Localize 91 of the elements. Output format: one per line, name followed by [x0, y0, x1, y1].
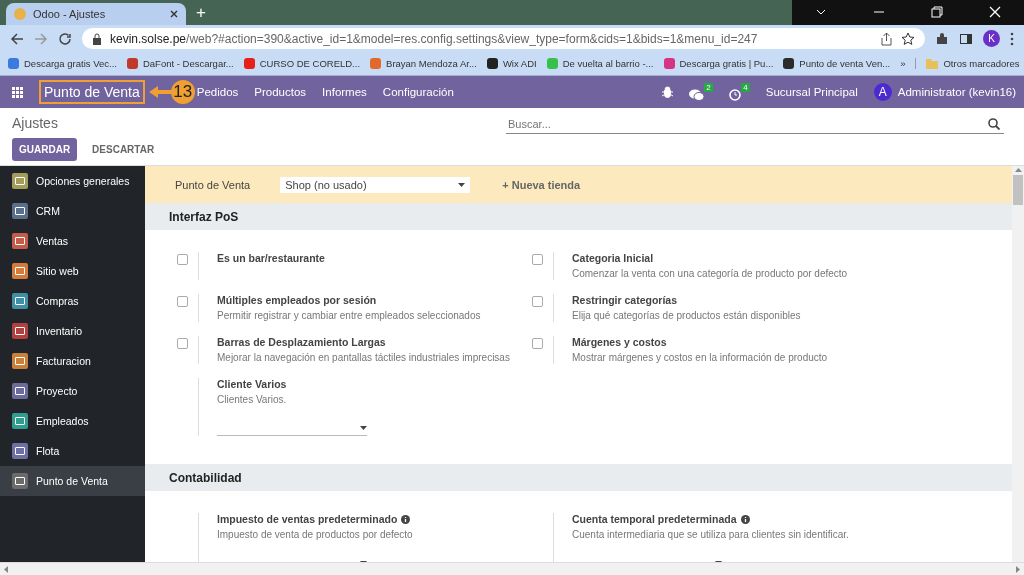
bookmark[interactable]: Descarga gratis Vec...	[8, 58, 117, 69]
sidebar-item[interactable]: Empleados	[0, 406, 145, 436]
sidebar-item[interactable]: Sitio web	[0, 256, 145, 286]
shop-select[interactable]: Shop (no usado)	[280, 176, 471, 193]
setting-description: Mejorar la navegación en pantallas táctiles industriales imprecisas	[217, 352, 510, 363]
sidebar-item[interactable]: Punto de Venta	[0, 466, 145, 496]
caret-icon	[360, 426, 367, 430]
reload-icon[interactable]	[58, 31, 72, 46]
setting-description: Clientes Varios.	[217, 394, 288, 405]
user-avatar[interactable]: A	[873, 83, 892, 101]
section-header: Contabilidad	[145, 464, 1012, 491]
setting-description: Mostrar márgenes y costos en la información de producto	[572, 352, 828, 363]
sidebar-item[interactable]: CRM	[0, 196, 145, 226]
setting-label: Cliente Varios	[217, 378, 288, 390]
field-label: Punto de Venta	[175, 178, 251, 191]
scrollbar-thumb[interactable]	[1013, 175, 1023, 205]
company-switcher[interactable]: Sucursal Principal	[765, 86, 858, 98]
page-title: Ajustes	[12, 115, 59, 131]
sidebar-item[interactable]: Compras	[0, 286, 145, 316]
bookmark[interactable]: Descarga gratis | Pu...	[663, 58, 774, 69]
share-icon[interactable]	[879, 31, 893, 46]
chat-bubbles-icon	[688, 89, 704, 101]
tab-title: Odoo - Ajustes	[33, 8, 107, 20]
checkbox[interactable]	[177, 338, 188, 349]
message-count: 2	[704, 83, 713, 92]
setting-label: Es un bar/restaurante	[217, 252, 325, 264]
checkbox[interactable]	[532, 338, 543, 349]
bookmark[interactable]: DaFont - Descargar...	[126, 58, 234, 69]
setting-label: Barras de Desplazamiento Largas	[217, 336, 387, 348]
vertical-scrollbar[interactable]	[1012, 166, 1024, 562]
sidebar-item[interactable]: Inventario	[0, 316, 145, 346]
lock-icon	[92, 32, 102, 45]
menu-item[interactable]: Configuración	[382, 86, 454, 98]
app-name[interactable]: Punto de Venta	[39, 80, 145, 104]
menu-item[interactable]: Productos	[254, 86, 307, 98]
menu-item[interactable]: Pedidos	[196, 86, 239, 98]
setting-label: Categoria Inicial	[572, 252, 655, 264]
bookmark[interactable]: Brayan Mendoza Ar...	[370, 58, 477, 69]
more-icon[interactable]	[1010, 31, 1014, 46]
sidebar-item[interactable]: Facturacion	[0, 346, 145, 376]
site-favicon-icon	[14, 8, 26, 20]
menu-item[interactable]: Informes	[322, 86, 367, 98]
clock-icon	[728, 89, 741, 101]
setting-label: Cuenta temporal predeterminada	[572, 513, 737, 525]
new-tab-button[interactable]: +	[196, 3, 206, 23]
forward-arrow-icon[interactable]	[34, 31, 48, 46]
sidebar-item[interactable]: Proyecto	[0, 376, 145, 406]
scroll-left-icon	[4, 565, 8, 573]
sidebar-item[interactable]: Opciones generales	[0, 166, 145, 196]
setting-description: Cuenta intermediaria que se utiliza para clientes sin identificar.	[572, 529, 849, 540]
scroll-up-icon	[1014, 168, 1022, 172]
setting-description: Permitir registrar y cambiar entre empleados seleccionados	[217, 310, 481, 321]
back-arrow-icon[interactable]	[10, 31, 24, 46]
checkbox[interactable]	[177, 254, 188, 265]
star-icon[interactable]	[901, 31, 915, 46]
bookmark[interactable]: Punto de venta Ven...	[783, 58, 891, 69]
step-number: 13	[170, 80, 195, 104]
apps-grid-icon[interactable]	[12, 86, 23, 98]
checkbox[interactable]	[177, 296, 188, 307]
close-icon[interactable]	[170, 10, 178, 18]
bookmark[interactable]: Wix ADI	[486, 58, 537, 69]
user-menu[interactable]: Administrator (kevin16)	[897, 86, 1016, 98]
folder-icon	[926, 58, 939, 69]
setting-label: Impuesto de ventas predeterminado	[217, 513, 398, 525]
setting-description: Comenzar la venta con una categoría de producto por defecto	[572, 268, 848, 279]
discard-button[interactable]: DESCARTAR	[85, 138, 162, 161]
browser-tab[interactable]: Odoo - Ajustes	[6, 3, 186, 25]
setting-label: Múltiples empleados por sesión	[217, 294, 378, 306]
side-panel-icon[interactable]	[959, 31, 973, 46]
sidebar-item[interactable]: Ventas	[0, 226, 145, 256]
address-bar[interactable]: kevin.solse.pe/web?#action=390&active_id=1&model=res.config.settings&view_type=form&cids=1&bids=1&menu_id=247	[82, 28, 925, 49]
setting-label: Restringir categorías	[572, 294, 679, 306]
checkbox[interactable]	[532, 296, 543, 307]
setting-description: Elija qué categorías de productos están disponibles	[572, 310, 801, 321]
profile-avatar[interactable]: K	[983, 30, 1000, 47]
setting-description: Impuesto de venta de productos por defecto	[217, 529, 413, 540]
bug-icon[interactable]	[661, 86, 673, 98]
setting-label: Márgenes y costos	[572, 336, 668, 348]
activity-count: 4	[741, 83, 750, 92]
more-bookmarks-button[interactable]: »	[900, 58, 906, 69]
checkbox[interactable]	[532, 254, 543, 265]
url-text: kevin.solse.pe/web?#action=390&active_id=1&model=res.config.settings&view_type=form&cids=1&bids=1&menu_id=247	[110, 31, 759, 46]
sidebar-item[interactable]: Flota	[0, 436, 145, 466]
section-header: Interfaz PoS	[145, 203, 1012, 230]
other-bookmarks[interactable]: Otros marcadores	[915, 58, 1020, 69]
caret-icon	[458, 182, 466, 187]
scroll-right-icon	[1016, 565, 1020, 573]
save-button[interactable]: GUARDAR	[12, 138, 78, 161]
bookmark[interactable]: De vuelta al barrio -...	[546, 58, 654, 69]
bookmark[interactable]: CURSO DE CORELD...	[243, 58, 361, 69]
new-shop-link[interactable]: + Nueva tienda	[502, 178, 581, 191]
